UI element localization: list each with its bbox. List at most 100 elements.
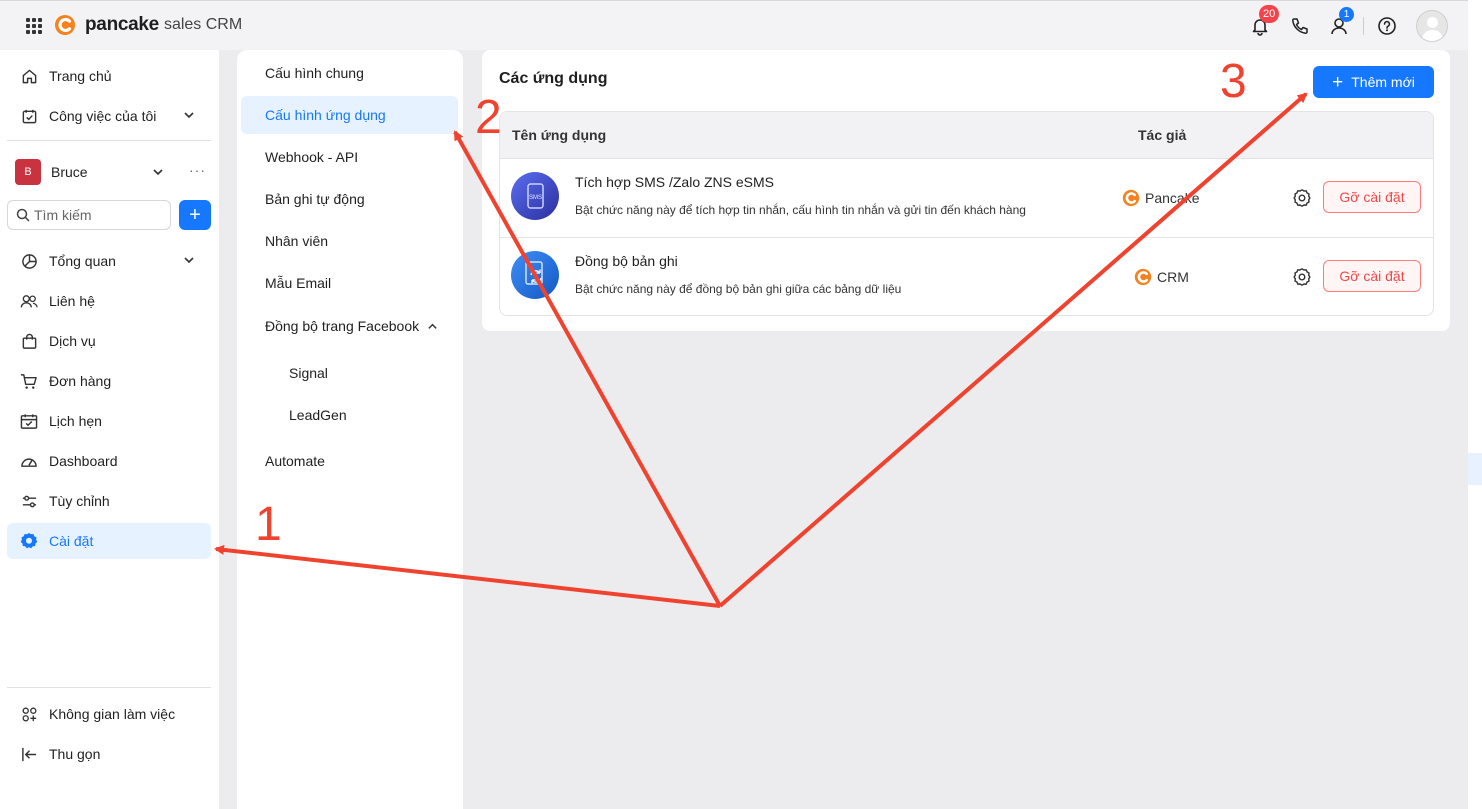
app-name: Đồng bộ bản ghi [575,253,678,269]
gear-icon[interactable] [1292,267,1312,287]
brand-subtitle: sales CRM [163,16,243,33]
workspace-badge: B [15,159,41,185]
table-header: Tên ứng dụng Tác giả [500,112,1433,158]
chevron-up-icon [428,323,437,329]
pancake-logo-icon [1134,268,1152,286]
page-title: Các ứng dụng [499,70,608,87]
sidebar-item-my-tasks[interactable]: Công việc của tôi [7,98,211,134]
users-icon [20,292,38,310]
sidebar-item-appointments[interactable]: Lịch hẹn [7,403,211,439]
workspace-icon [20,705,38,723]
home-icon [20,67,38,85]
sidebar-item-label: Liên hệ [49,293,95,309]
add-new-label: Thêm mới [1351,74,1415,90]
sidebar-item-customize[interactable]: Tùy chỉnh [7,483,211,519]
sliders-icon [20,492,38,510]
sidebar-item-label: Tổng quan [49,253,116,269]
settings-submenu: Cấu hình chung Cấu hình ứng dụng Webhook… [237,50,463,809]
shopping-bag-icon [20,332,38,350]
sidebar-item-contacts[interactable]: Liên hệ [7,283,211,319]
app-author: Pancake [1122,189,1199,207]
user-avatar[interactable] [1416,10,1448,42]
annotation-step-1: 1 [255,498,282,551]
sidebar-search[interactable] [7,200,171,230]
submenu-item-staff[interactable]: Nhân viên [241,222,458,260]
submenu-item-leadgen[interactable]: LeadGen [241,396,458,434]
submenu-item-signal[interactable]: Signal [241,354,458,392]
topbar-divider [1363,17,1364,35]
app-name: Tích hợp SMS /Zalo ZNS eSMS [575,174,775,190]
add-button[interactable]: + [179,200,211,230]
sidebar-item-home[interactable]: Trang chủ [7,58,211,94]
sidebar-item-label: Lịch hẹn [49,413,102,429]
submenu-item-auto-records[interactable]: Bản ghi tự động [241,180,458,218]
sidebar-item-label: Đơn hàng [49,373,112,389]
annotation-step-3: 3 [1220,55,1247,108]
sidebar-item-label: Dashboard [49,453,118,469]
sidebar-item-label: Tùy chỉnh [49,493,110,509]
app-author: CRM [1134,268,1189,286]
submenu-item-general[interactable]: Cấu hình chung [241,54,458,92]
contacts-count-badge: 1 [1339,7,1354,22]
search-input[interactable] [34,207,164,223]
sidebar-divider [7,140,211,141]
chevron-down-icon [153,169,163,176]
calendar-check-icon [20,107,38,125]
submenu-item-webhook-api[interactable]: Webhook - API [241,138,458,176]
gauge-icon [20,452,38,470]
app-description: Bật chức năng này để tích hợp tin nhắn, … [575,203,1026,217]
sidebar-item-label: Cài đặt [49,533,94,549]
call-button[interactable] [1289,15,1311,37]
top-bar: pancake sales CRM 20 1 [0,0,1468,50]
cart-icon [20,372,38,390]
column-header-name: Tên ứng dụng [512,127,607,143]
help-icon [1378,17,1396,35]
right-edge-strip [1468,0,1482,809]
workspace-name: Bruce [51,164,88,180]
apps-grid-icon[interactable] [26,18,42,34]
more-options-icon[interactable]: ··· [189,162,206,178]
notification-count-badge: 20 [1259,5,1280,23]
submenu-item-facebook-sync[interactable]: Đồng bộ trang Facebook [241,307,458,345]
table-row: Đồng bộ bản ghi Bật chức năng này để đồn… [500,237,1433,315]
brand-name: pancake [85,14,159,35]
table-row: SMS Tích hợp SMS /Zalo ZNS eSMS Bật chức… [500,158,1433,237]
contacts-button[interactable]: 1 [1329,7,1354,37]
sidebar: Trang chủ Công việc của tôi B Bruce ··· … [0,50,219,809]
sms-icon-label: SMS [529,195,542,201]
submenu-item-email-templates[interactable]: Mẫu Email [241,264,458,302]
sidebar-item-settings[interactable]: Cài đặt [7,523,211,559]
sidebar-item-dashboard[interactable]: Dashboard [7,443,211,479]
sync-app-icon [511,251,559,299]
gear-icon[interactable] [1292,188,1312,208]
sidebar-item-label: Dịch vụ [49,333,96,349]
pie-chart-icon [20,252,38,270]
author-name: CRM [1157,269,1189,285]
sidebar-item-label: Thu gọn [49,746,101,762]
chevron-down-icon [184,112,194,119]
workspace-selector[interactable]: B Bruce ··· [15,158,205,186]
column-header-author: Tác giả [1138,127,1187,143]
help-button[interactable] [1376,15,1398,37]
sidebar-item-workspaces[interactable]: Không gian làm việc [7,696,211,732]
uninstall-button[interactable]: Gỡ cài đặt [1323,260,1421,292]
pancake-logo-icon [1122,189,1140,207]
calendar-icon [20,412,38,430]
app-logo[interactable]: pancake sales CRM [54,14,242,36]
submenu-item-automate[interactable]: Automate [241,442,458,480]
plus-icon: + [1332,71,1344,93]
sms-app-icon: SMS [511,172,559,220]
sidebar-item-label: Không gian làm việc [49,706,176,722]
add-new-button[interactable]: + Thêm mới [1313,66,1434,98]
gear-icon [20,532,38,550]
sidebar-collapse-button[interactable]: Thu gọn [7,736,211,772]
submenu-item-app-config[interactable]: Cấu hình ứng dụng [241,96,458,134]
sidebar-item-overview[interactable]: Tổng quan [7,243,211,279]
submenu-item-label: Đồng bộ trang Facebook [265,318,420,334]
sidebar-divider [7,687,211,688]
sidebar-item-orders[interactable]: Đơn hàng [7,363,211,399]
sidebar-item-services[interactable]: Dịch vụ [7,323,211,359]
uninstall-button[interactable]: Gỡ cài đặt [1323,181,1421,213]
notifications-button[interactable]: 20 [1249,5,1280,37]
search-icon [16,208,30,222]
